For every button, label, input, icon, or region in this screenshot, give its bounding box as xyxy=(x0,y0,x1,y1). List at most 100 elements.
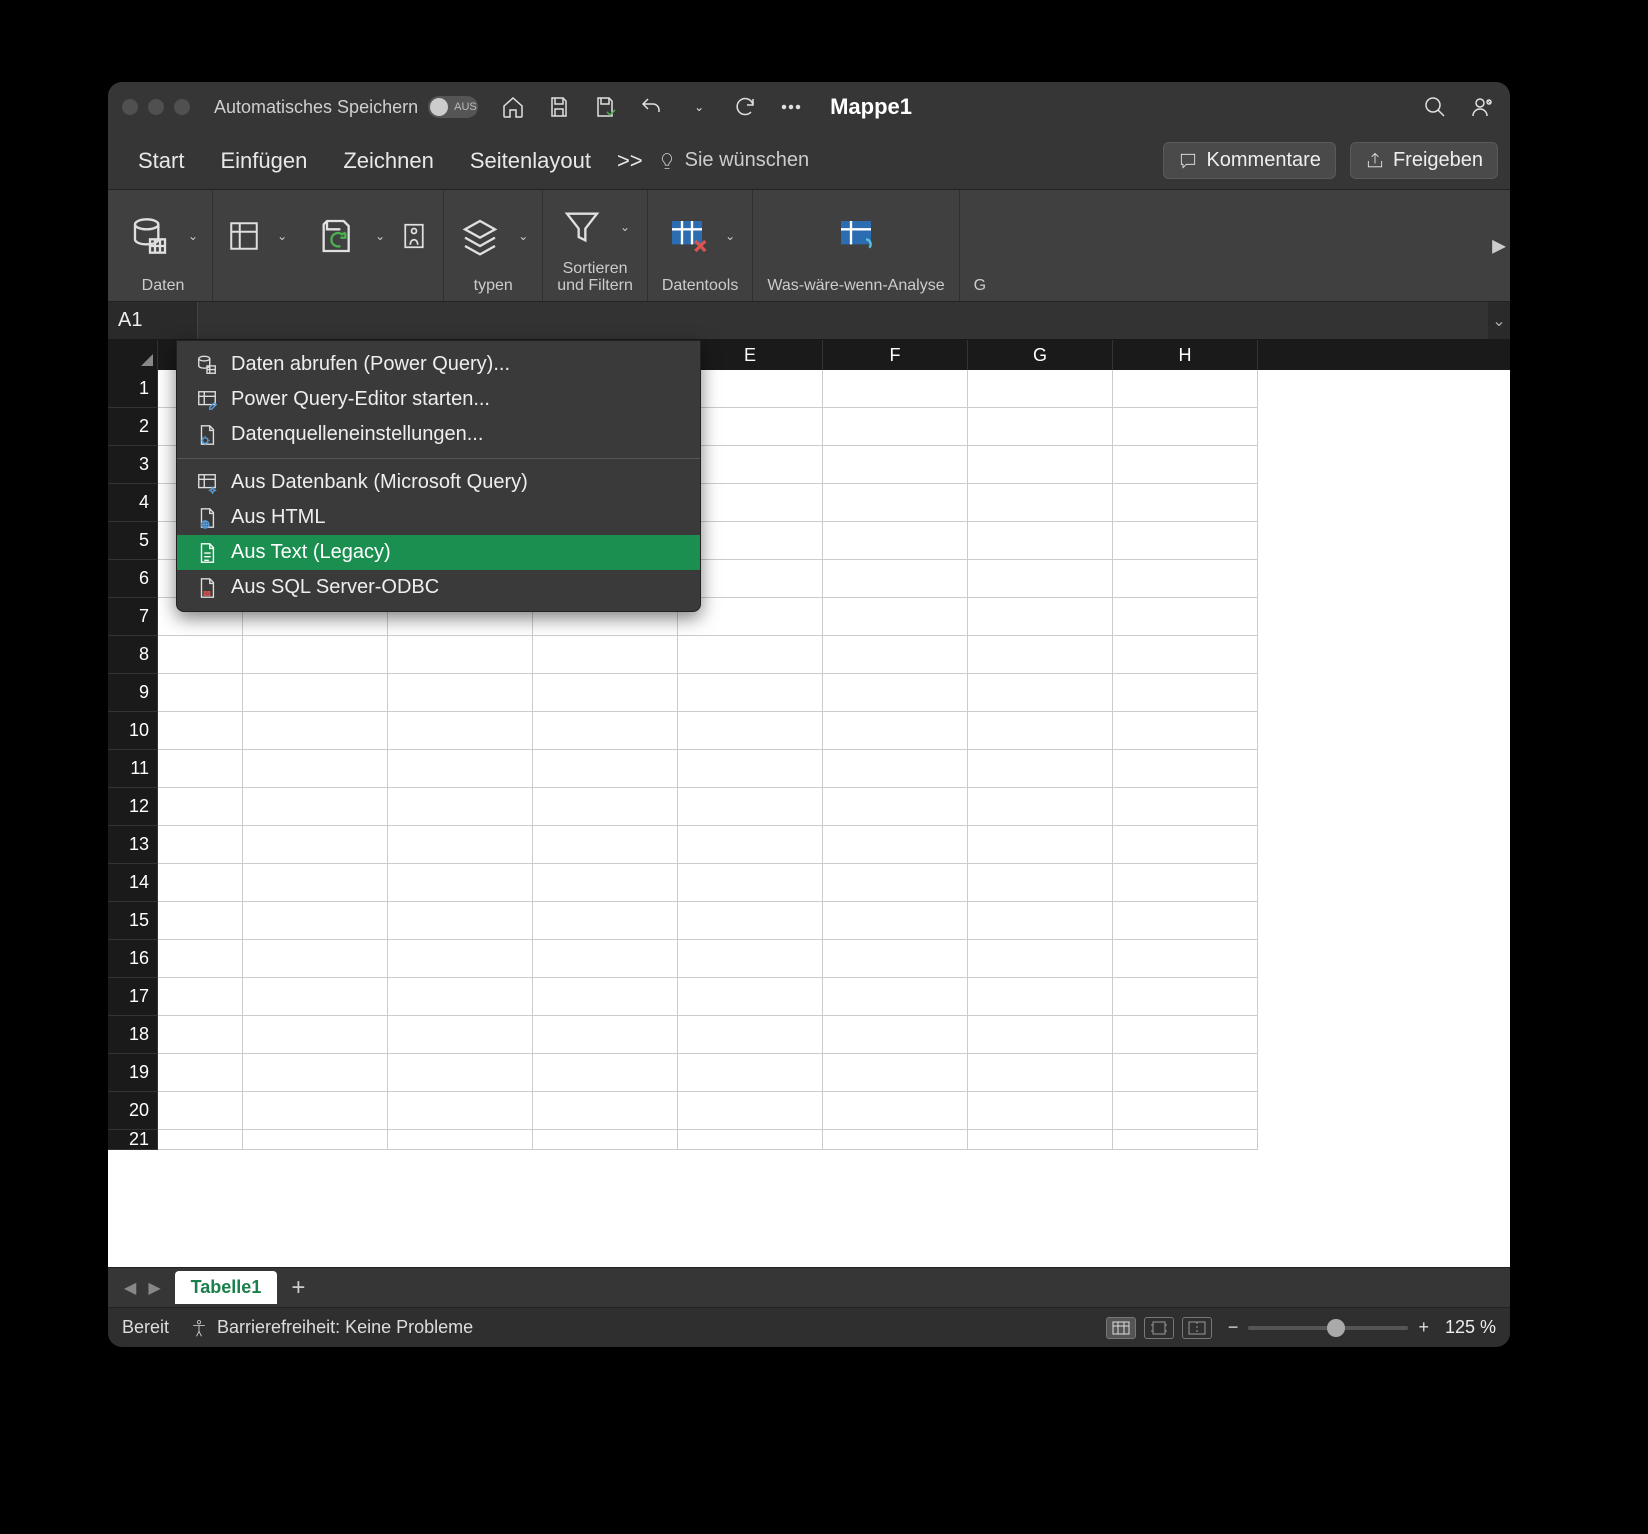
zoom-in[interactable]: + xyxy=(1418,1317,1429,1338)
cell[interactable] xyxy=(968,560,1113,598)
cell[interactable] xyxy=(823,484,968,522)
cell[interactable] xyxy=(1113,902,1258,940)
cell[interactable] xyxy=(1113,408,1258,446)
sheet-nav-next[interactable]: ▶ xyxy=(142,1278,166,1298)
tab-pagelayout[interactable]: Seitenlayout xyxy=(452,132,609,189)
cell[interactable] xyxy=(678,1092,823,1130)
cell[interactable] xyxy=(388,1054,533,1092)
zoom-thumb[interactable] xyxy=(1327,1319,1345,1337)
cell[interactable] xyxy=(968,1092,1113,1130)
cell[interactable] xyxy=(1113,636,1258,674)
row-header[interactable]: 21 xyxy=(108,1130,158,1150)
cell[interactable] xyxy=(388,750,533,788)
menu-item-power-query[interactable]: Daten abrufen (Power Query)... xyxy=(177,347,700,382)
cell[interactable] xyxy=(823,1092,968,1130)
cell[interactable] xyxy=(1113,370,1258,408)
cell[interactable] xyxy=(678,636,823,674)
cell[interactable] xyxy=(533,1092,678,1130)
chevron-down-icon[interactable]: ⌄ xyxy=(188,229,198,243)
cell[interactable] xyxy=(158,1092,243,1130)
chevron-down-icon[interactable]: ⌄ xyxy=(725,229,735,243)
cell[interactable] xyxy=(678,1016,823,1054)
cell[interactable] xyxy=(533,674,678,712)
cell[interactable] xyxy=(1113,446,1258,484)
row-header[interactable]: 20 xyxy=(108,1092,158,1130)
row-header[interactable]: 12 xyxy=(108,788,158,826)
cell[interactable] xyxy=(1113,978,1258,1016)
cell[interactable] xyxy=(1113,1092,1258,1130)
data-tools-icon[interactable] xyxy=(665,214,709,258)
row-header[interactable]: 18 xyxy=(108,1016,158,1054)
cell[interactable] xyxy=(243,1130,388,1150)
data-types-icon[interactable] xyxy=(458,214,502,258)
cell[interactable] xyxy=(1113,1054,1258,1092)
save-icon[interactable] xyxy=(546,94,572,120)
zoom-out[interactable]: − xyxy=(1228,1317,1239,1338)
cell[interactable] xyxy=(823,788,968,826)
maximize-window-button[interactable] xyxy=(174,99,190,115)
menu-item-pq-editor[interactable]: Power Query-Editor starten... xyxy=(177,382,700,417)
row-header[interactable]: 2 xyxy=(108,408,158,446)
add-sheet-button[interactable]: + xyxy=(277,1274,319,1302)
cell[interactable] xyxy=(678,902,823,940)
select-all-corner[interactable] xyxy=(108,340,158,370)
row-header[interactable]: 10 xyxy=(108,712,158,750)
cell[interactable] xyxy=(533,788,678,826)
menu-item-from-html[interactable]: Aus HTML xyxy=(177,500,700,535)
cell[interactable] xyxy=(158,750,243,788)
cell[interactable] xyxy=(968,750,1113,788)
ribbon-scroll-right[interactable]: ▶ xyxy=(1492,235,1506,256)
cell[interactable] xyxy=(243,636,388,674)
cell[interactable] xyxy=(1113,674,1258,712)
row-header[interactable]: 3 xyxy=(108,446,158,484)
cell[interactable] xyxy=(823,712,968,750)
cell[interactable] xyxy=(823,370,968,408)
cell[interactable] xyxy=(158,978,243,1016)
cell[interactable] xyxy=(1113,560,1258,598)
filter-icon[interactable] xyxy=(560,205,604,249)
tell-me[interactable]: Sie wünschen xyxy=(657,149,810,172)
undo-icon[interactable] xyxy=(638,94,664,120)
refresh-all-icon[interactable] xyxy=(315,214,359,258)
cell[interactable] xyxy=(823,598,968,636)
cell[interactable] xyxy=(968,674,1113,712)
cell[interactable] xyxy=(243,1092,388,1130)
cell[interactable] xyxy=(678,1130,823,1150)
row-header[interactable]: 1 xyxy=(108,370,158,408)
row-header[interactable]: 8 xyxy=(108,636,158,674)
cell[interactable] xyxy=(968,712,1113,750)
cell[interactable] xyxy=(533,826,678,864)
cell[interactable] xyxy=(533,750,678,788)
cell[interactable] xyxy=(823,1130,968,1150)
cell[interactable] xyxy=(388,1092,533,1130)
cell[interactable] xyxy=(678,750,823,788)
cell[interactable] xyxy=(968,1016,1113,1054)
cell[interactable] xyxy=(1113,788,1258,826)
view-page-layout[interactable] xyxy=(1144,1317,1174,1339)
cell[interactable] xyxy=(968,522,1113,560)
cell[interactable] xyxy=(533,1130,678,1150)
cell[interactable] xyxy=(158,864,243,902)
cell[interactable] xyxy=(968,788,1113,826)
cell[interactable] xyxy=(158,902,243,940)
chevron-down-icon[interactable]: ⌄ xyxy=(620,220,630,234)
row-header[interactable]: 16 xyxy=(108,940,158,978)
share-button[interactable]: Freigeben xyxy=(1350,142,1498,179)
cell[interactable] xyxy=(1113,712,1258,750)
menu-item-datasource-settings[interactable]: Datenquelleneinstellungen... xyxy=(177,417,700,452)
cell[interactable] xyxy=(823,408,968,446)
cell[interactable] xyxy=(1113,484,1258,522)
cell[interactable] xyxy=(158,636,243,674)
cell[interactable] xyxy=(678,978,823,1016)
cell[interactable] xyxy=(968,826,1113,864)
cell[interactable] xyxy=(968,598,1113,636)
chevron-down-icon[interactable]: ⌄ xyxy=(277,229,287,243)
cell[interactable] xyxy=(533,636,678,674)
cell[interactable] xyxy=(388,978,533,1016)
cell[interactable] xyxy=(243,864,388,902)
formula-input[interactable] xyxy=(198,302,1488,339)
row-header[interactable]: 11 xyxy=(108,750,158,788)
tab-draw[interactable]: Zeichnen xyxy=(325,132,452,189)
cell[interactable] xyxy=(678,864,823,902)
row-header[interactable]: 5 xyxy=(108,522,158,560)
